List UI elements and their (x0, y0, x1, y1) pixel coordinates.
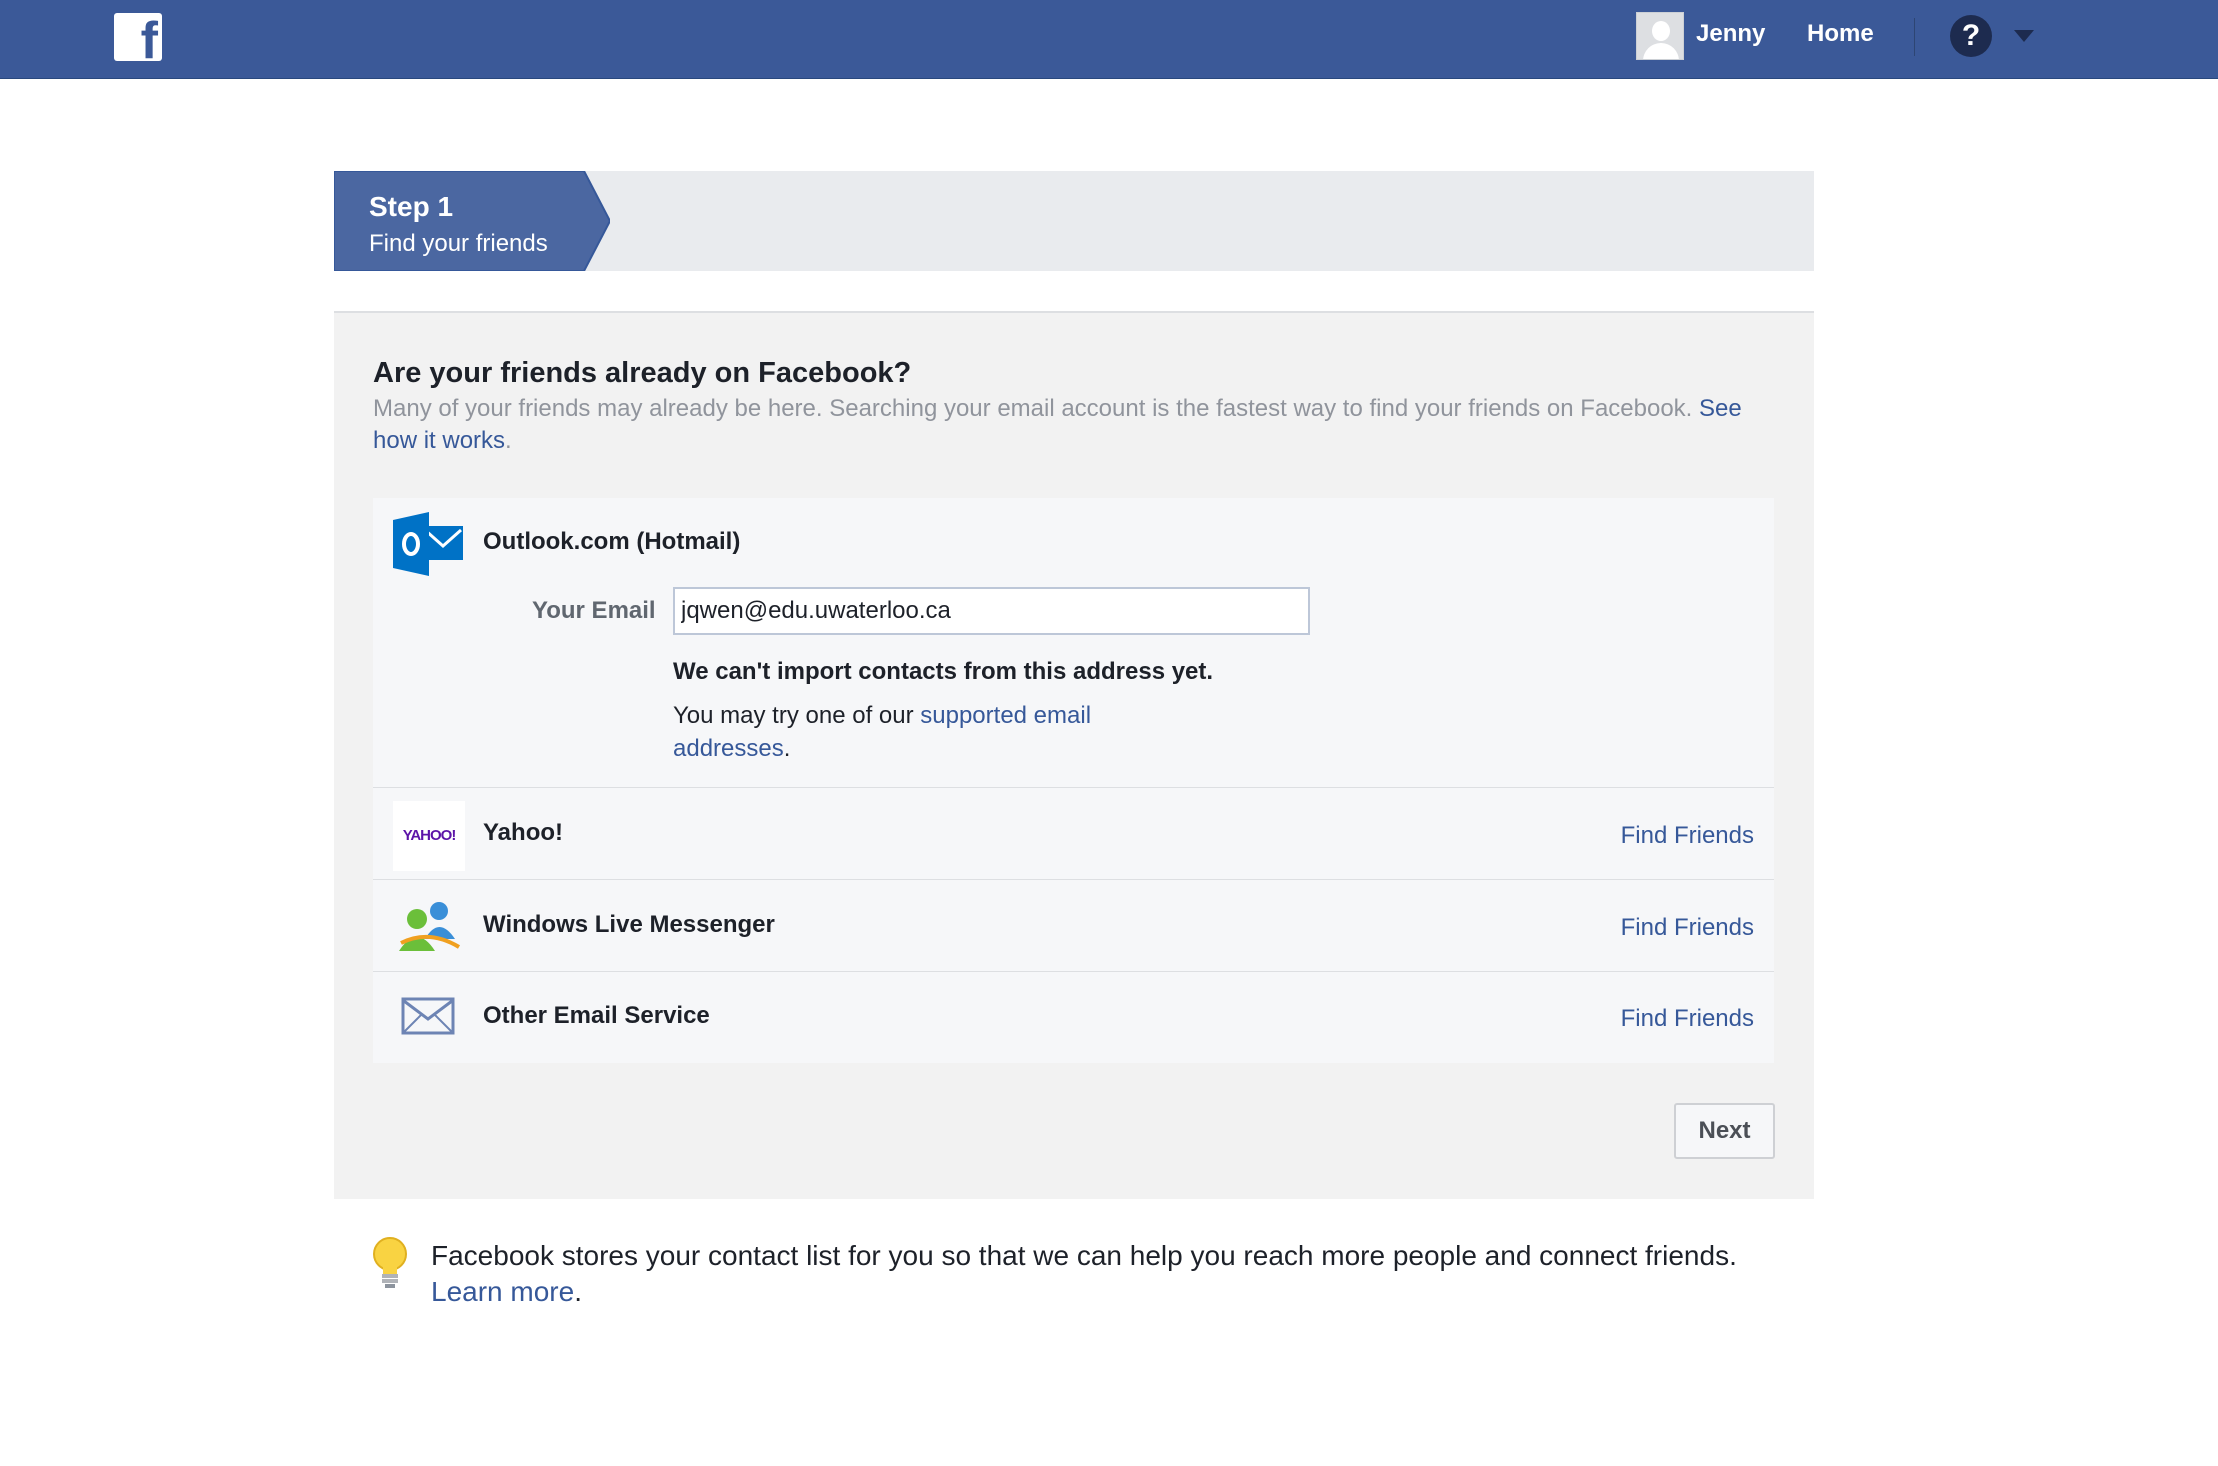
find-friends-panel: Are your friends already on Facebook? Ma… (334, 313, 1814, 1199)
provider-row-outlook: Outlook.com (Hotmail) Your Email We can'… (373, 498, 1774, 788)
provider-row-yahoo: YAHOO! Yahoo! Find Friends (373, 789, 1774, 880)
error-title: We can't import contacts from this addre… (673, 658, 1214, 685)
nav-divider (1914, 18, 1915, 56)
mail-icon (401, 997, 455, 1035)
provider-name: Outlook.com (Hotmail) (483, 528, 741, 555)
provider-row-other: Other Email Service Find Friends (373, 973, 1774, 1063)
avatar[interactable] (1636, 12, 1684, 60)
description-text: Many of your friends may already be here… (373, 395, 1693, 422)
messenger-icon (399, 902, 461, 951)
step-title: Find your friends (369, 230, 548, 257)
find-friends-link-other[interactable]: Find Friends (1621, 1005, 1754, 1033)
next-button[interactable]: Next (1674, 1103, 1775, 1159)
provider-name: Other Email Service (483, 1002, 710, 1029)
email-label: Your Email (532, 597, 656, 624)
contact-storage-tip: Facebook stores your contact list for yo… (431, 1240, 1737, 1307)
page-title: Are your friends already on Facebook? (373, 357, 912, 389)
outlook-icon[interactable] (393, 512, 465, 576)
step-progress-bar: Step 1 Find your friends (334, 171, 1814, 271)
yahoo-logo: YAHOO! (393, 801, 465, 871)
profile-link[interactable]: Jenny (1696, 20, 1765, 48)
email-provider-list: Outlook.com (Hotmail) Your Email We can'… (373, 498, 1774, 1063)
error-message: You may try one of our supported email a… (673, 702, 1092, 762)
find-friends-link-messenger[interactable]: Find Friends (1621, 914, 1754, 942)
email-field[interactable] (673, 587, 1310, 635)
page-description: Many of your friends may already be here… (373, 395, 1742, 454)
lightbulb-icon (373, 1237, 407, 1288)
step-label: Step 1 (369, 191, 454, 222)
logo-letter: f (140, 13, 158, 61)
home-link[interactable]: Home (1807, 20, 1874, 48)
provider-row-messenger: Windows Live Messenger Find Friends (373, 881, 1774, 972)
facebook-logo-icon[interactable]: f (114, 13, 162, 61)
provider-name: Windows Live Messenger (483, 911, 775, 938)
learn-more-link[interactable]: Learn more (431, 1276, 574, 1307)
top-navigation-bar: f Jenny Home ? (0, 0, 2218, 79)
chevron-down-icon[interactable] (2014, 30, 2034, 42)
help-icon[interactable]: ? (1950, 15, 1992, 57)
provider-name: Yahoo! (483, 819, 564, 846)
find-friends-link-yahoo[interactable]: Find Friends (1621, 822, 1754, 850)
